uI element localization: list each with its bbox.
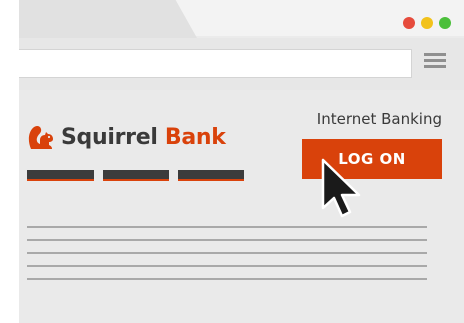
browser-tab[interactable] [19,0,197,38]
arrow-cursor-icon [321,158,361,218]
hamburger-menu-icon[interactable] [424,51,446,71]
text-placeholder-line [27,265,427,267]
maximize-window-button[interactable] [439,17,451,29]
page-content: Squirrel Bank Internet Banking LOG ON [19,90,464,323]
nav-item-2[interactable] [103,170,169,181]
bank-name-part1: Squirrel [61,124,165,150]
text-placeholder-line [27,278,427,280]
bank-name-part2: Bank [164,124,226,150]
nav-item-1[interactable] [27,170,94,181]
internet-banking-label: Internet Banking [316,110,442,128]
text-placeholder-line [27,252,427,254]
tab-strip [19,0,464,38]
bank-logo[interactable]: Squirrel Bank [27,120,226,154]
close-window-button[interactable] [403,17,415,29]
nav-item-3[interactable] [178,170,244,181]
browser-window: Squirrel Bank Internet Banking LOG ON [19,0,464,323]
text-placeholder-line [27,226,427,228]
minimize-window-button[interactable] [421,17,433,29]
squirrel-icon [28,126,53,149]
address-bar[interactable] [19,49,412,78]
browser-toolbar [19,38,464,90]
bank-name: Squirrel Bank [61,125,226,150]
text-placeholder-line [27,239,427,241]
